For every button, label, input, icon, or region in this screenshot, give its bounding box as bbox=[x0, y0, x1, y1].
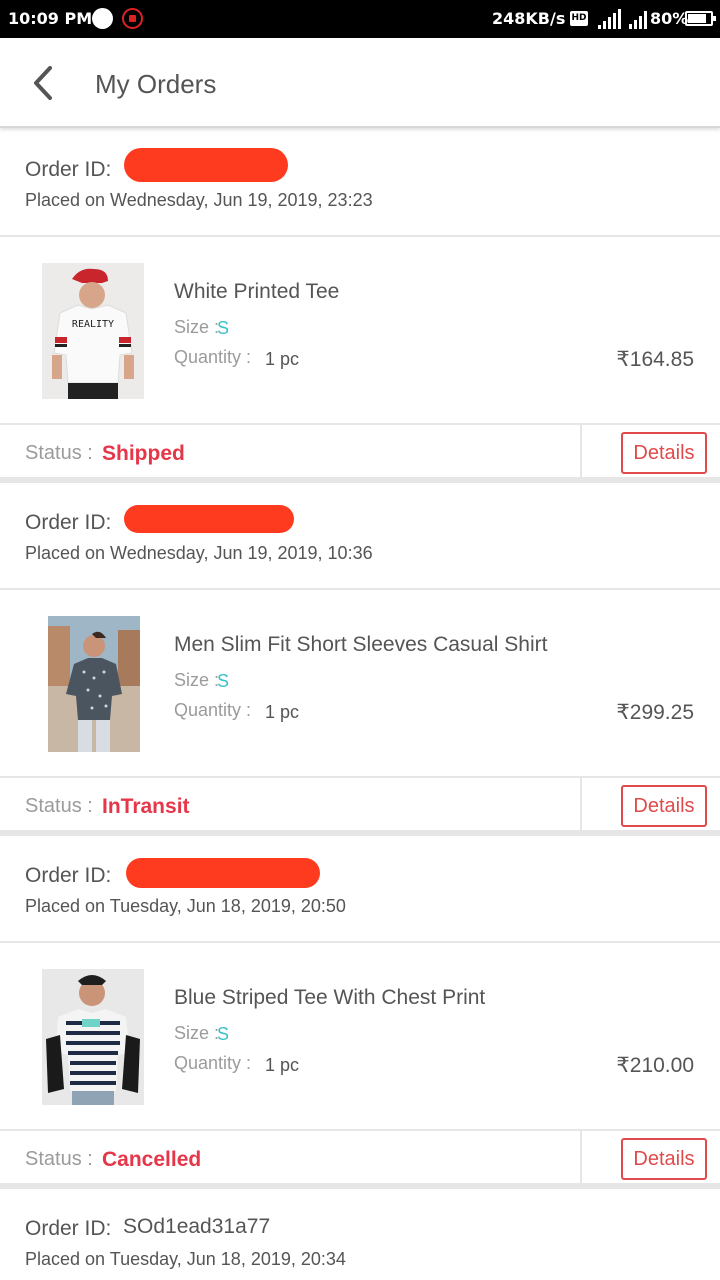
order-header: Order ID: Placed on Wednesday, Jun 19, 2… bbox=[0, 130, 720, 237]
signal-icon bbox=[596, 9, 622, 29]
size-label: Size : bbox=[174, 317, 220, 337]
quantity-label: Quantity : bbox=[174, 347, 252, 367]
product-image[interactable] bbox=[48, 616, 140, 752]
redaction-mark bbox=[126, 858, 320, 888]
size-label: Size : bbox=[174, 670, 220, 690]
order-status-row: Status : Cancelled Details bbox=[0, 1131, 720, 1189]
network-speed: 248KB/s bbox=[492, 9, 566, 28]
battery-percent: 80% bbox=[650, 9, 689, 28]
battery-icon bbox=[685, 11, 716, 26]
size-value: S bbox=[217, 1024, 230, 1044]
divider bbox=[580, 1131, 582, 1183]
circle-icon bbox=[92, 8, 113, 29]
order-card: Order ID: Placed on Wednesday, Jun 19, 2… bbox=[0, 130, 720, 483]
svg-text:REALITY: REALITY bbox=[72, 319, 114, 330]
placed-on-date: Placed on Tuesday, Jun 18, 2019, 20:34 bbox=[25, 1249, 346, 1269]
order-id-label: Order ID: bbox=[25, 1217, 112, 1240]
quantity-value: 1 pc bbox=[265, 1055, 300, 1075]
divider bbox=[580, 778, 582, 830]
order-status-row: Status : Shipped Details bbox=[0, 425, 720, 483]
order-card: Order ID: Placed on Wednesday, Jun 19, 2… bbox=[0, 483, 720, 836]
redaction-mark bbox=[124, 148, 288, 182]
order-card: Order ID: Placed on Tuesday, Jun 18, 201… bbox=[0, 836, 720, 1189]
order-item[interactable]: REALITY White Printed Tee Size : S Quant… bbox=[0, 237, 720, 425]
product-image[interactable] bbox=[42, 969, 144, 1105]
hd-icon: HD bbox=[570, 11, 588, 26]
order-id-label: Order ID: bbox=[25, 864, 112, 887]
order-id-label: Order ID: bbox=[25, 158, 112, 181]
page-title: My Orders bbox=[95, 69, 217, 99]
placed-on-date: Placed on Wednesday, Jun 19, 2019, 23:23 bbox=[25, 190, 373, 210]
status-value: InTransit bbox=[102, 795, 190, 818]
order-card: Order ID: SOd1ead31a77 Placed on Tuesday… bbox=[0, 1189, 720, 1279]
size-label: Size : bbox=[174, 1023, 220, 1043]
status-label: Status : bbox=[25, 442, 93, 464]
order-header: Order ID: Placed on Wednesday, Jun 19, 2… bbox=[0, 483, 720, 590]
status-value: Shipped bbox=[102, 442, 185, 465]
back-button[interactable] bbox=[22, 60, 68, 106]
quantity-value: 1 pc bbox=[265, 702, 300, 722]
order-id-label: Order ID: bbox=[25, 511, 112, 534]
size-value: S bbox=[217, 671, 230, 691]
product-name: White Printed Tee bbox=[174, 280, 340, 303]
orders-list: Order ID: Placed on Wednesday, Jun 19, 2… bbox=[0, 130, 720, 1279]
details-button[interactable]: Details bbox=[621, 1138, 707, 1180]
price: ₹164.85 bbox=[616, 348, 694, 371]
battery-fill bbox=[688, 14, 706, 23]
order-id-value: SOd1ead31a77 bbox=[123, 1215, 271, 1238]
status-label: Status : bbox=[25, 795, 93, 817]
youtube-icon bbox=[122, 8, 143, 29]
quantity-label: Quantity : bbox=[174, 700, 252, 720]
redaction-mark bbox=[124, 505, 294, 533]
product-name: Men Slim Fit Short Sleeves Casual Shirt bbox=[174, 633, 548, 656]
product-name: Blue Striped Tee With Chest Print bbox=[174, 986, 486, 1009]
order-header: Order ID: Placed on Tuesday, Jun 18, 201… bbox=[0, 836, 720, 943]
quantity-label: Quantity : bbox=[174, 1053, 252, 1073]
order-item[interactable]: Blue Striped Tee With Chest Print Size :… bbox=[0, 943, 720, 1131]
status-bar: 10:09 PM 248KB/s HD 80% bbox=[0, 0, 720, 38]
app-bar: My Orders bbox=[0, 38, 720, 128]
quantity-value: 1 pc bbox=[265, 349, 300, 369]
order-status-row: Status : InTransit Details bbox=[0, 778, 720, 836]
placed-on-date: Placed on Wednesday, Jun 19, 2019, 10:36 bbox=[25, 543, 373, 563]
placed-on-date: Placed on Tuesday, Jun 18, 2019, 20:50 bbox=[25, 896, 346, 916]
divider bbox=[580, 425, 582, 477]
price: ₹210.00 bbox=[616, 1054, 694, 1077]
product-image[interactable]: REALITY bbox=[42, 263, 144, 399]
order-item[interactable]: Men Slim Fit Short Sleeves Casual Shirt … bbox=[0, 590, 720, 778]
chevron-left-icon bbox=[34, 66, 52, 100]
signal-icon-2 bbox=[628, 9, 648, 29]
order-header: Order ID: SOd1ead31a77 Placed on Tuesday… bbox=[0, 1189, 720, 1280]
status-label: Status : bbox=[25, 1148, 93, 1170]
price: ₹299.25 bbox=[616, 701, 694, 724]
size-value: S bbox=[217, 318, 230, 338]
details-button[interactable]: Details bbox=[621, 432, 707, 474]
status-time: 10:09 PM bbox=[8, 9, 93, 28]
status-value: Cancelled bbox=[102, 1148, 202, 1171]
details-button[interactable]: Details bbox=[621, 785, 707, 827]
